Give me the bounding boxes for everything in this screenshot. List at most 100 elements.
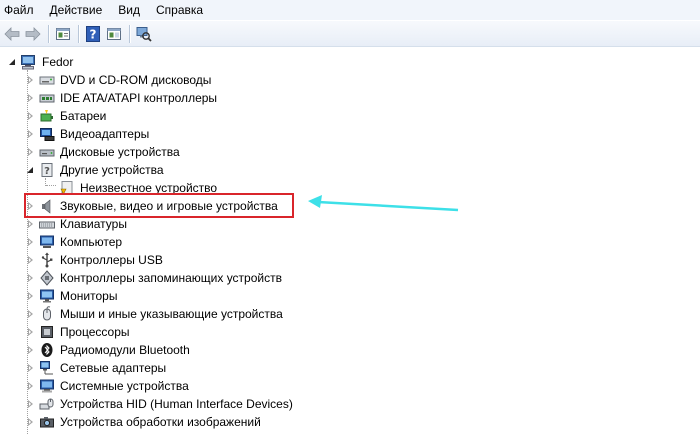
menu-help[interactable]: Справка [148,0,211,20]
monitor-icon [40,289,54,303]
expanded-arrow-icon[interactable] [8,58,17,67]
tree-item-label: Процессоры [60,325,130,339]
expanded-arrow-icon[interactable] [26,166,35,175]
collapsed-arrow-icon[interactable] [26,76,35,85]
tree-item-label: Контроллеры USB [60,253,163,267]
tree-item[interactable]: Компьютер [0,233,700,251]
tree-item[interactable]: Мониторы [0,287,700,305]
tree-item[interactable]: Дисковые устройства [0,143,700,161]
back-button[interactable] [3,25,21,43]
help-button[interactable]: ? [84,25,102,43]
toolbar-separator [78,24,79,43]
collapsed-arrow-icon[interactable] [26,220,35,229]
usb-icon [41,252,53,268]
tree-item-label: Видеоадаптеры [60,127,150,141]
tree-item-label: Радиомодули Bluetooth [60,343,190,357]
collapsed-arrow-icon[interactable] [26,274,35,283]
disk-drive-icon [39,149,55,157]
toolbar: ? [0,20,700,47]
dvd-drive-icon [39,76,55,85]
computer-icon [40,235,54,248]
tree-item[interactable]: Процессоры [0,323,700,341]
collapsed-arrow-icon[interactable] [26,94,35,103]
tree-item-label: Мыши и иные указывающие устройства [60,307,283,321]
tree-item[interactable]: Системные устройства [0,377,700,395]
collapsed-arrow-icon[interactable] [26,346,35,355]
tree-item-label: Контроллеры запоминающих устройств [60,271,282,285]
scan-hardware-button[interactable] [135,25,153,43]
tree-item[interactable]: Контроллеры запоминающих устройств [0,269,700,287]
svg-text:?: ? [90,27,97,41]
collapsed-arrow-icon[interactable] [26,310,35,319]
collapsed-arrow-icon[interactable] [26,400,35,409]
tree-item-label: Дисковые устройства [60,145,180,159]
battery-icon [40,110,53,122]
tree-item[interactable]: Устройства HID (Human Interface Devices) [0,395,700,413]
scan-hardware-icon [136,26,152,42]
tree-root-label: Fedor [42,55,74,69]
tree-item-label: Системные устройства [60,379,189,393]
display-adapter-icon [40,128,55,141]
help-icon: ? [86,25,100,42]
ide-controller-icon [39,94,55,103]
storage-controller-icon [40,270,54,286]
tree-root[interactable]: Fedor [0,53,700,71]
tree-item[interactable]: DVD и CD-ROM дисководы [0,71,700,89]
imaging-device-icon [40,417,54,428]
collapsed-arrow-icon[interactable] [26,256,35,265]
other-devices-icon: ? [41,163,53,177]
collapsed-arrow-icon[interactable] [26,418,35,427]
device-tree: Fedor DVD и CD-ROM дисководы IDE ATA/ATA… [0,48,700,447]
tree-item[interactable]: Контроллеры USB [0,251,700,269]
hid-icon [39,398,54,410]
menu-file[interactable]: Файл [0,0,42,20]
tree-item[interactable]: Видеоадаптеры [0,125,700,143]
forward-icon [25,26,41,41]
show-hide-icon [107,27,121,40]
computer-root-icon [21,55,35,70]
tree-item[interactable]: Батареи [0,107,700,125]
menu-view[interactable]: Вид [110,0,148,20]
tree-item-label: Мониторы [60,289,118,303]
properties-icon [56,27,70,40]
back-icon [4,26,20,41]
tree-item[interactable]: Мыши и иные указывающие устройства [0,305,700,323]
toolbar-separator [129,24,130,43]
collapsed-arrow-icon[interactable] [26,130,35,139]
network-adapter-icon [40,361,53,375]
tree-item-label: Сетевые адаптеры [60,361,167,375]
tree-item-label: Устройства HID (Human Interface Devices) [60,397,293,411]
collapsed-arrow-icon[interactable] [26,382,35,391]
collapsed-arrow-icon[interactable] [26,148,35,157]
mouse-icon [43,306,51,321]
system-devices-icon [40,379,54,393]
tree-item[interactable]: ? Другие устройства [0,161,700,179]
forward-button[interactable] [24,25,42,43]
tree-item-label: Устройства обработки изображений [60,415,261,429]
show-hide-button[interactable] [105,25,123,43]
highlight-box [24,193,294,218]
collapsed-arrow-icon[interactable] [26,112,35,121]
tree-item[interactable]: Радиомодули Bluetooth [0,341,700,359]
annotation-arrow-icon [308,195,459,212]
tree-item[interactable]: IDE ATA/ATAPI контроллеры [0,89,700,107]
menu-action[interactable]: Действие [42,0,111,20]
bluetooth-icon [41,343,53,357]
properties-button[interactable] [54,25,72,43]
tree-item-label: DVD и CD-ROM дисководы [60,73,212,87]
tree-item-label: Батареи [60,109,107,123]
tree-item[interactable]: Сетевые адаптеры [0,359,700,377]
tree-item[interactable]: Устройства обработки изображений [0,413,700,431]
tree-item-label: IDE ATA/ATAPI контроллеры [60,91,218,105]
tree-item-label: Другие устройства [60,163,164,177]
tree-item-label: Компьютер [60,235,123,249]
collapsed-arrow-icon[interactable] [26,364,35,373]
collapsed-arrow-icon[interactable] [26,328,35,337]
svg-text:?: ? [44,166,50,177]
processor-icon [41,326,53,338]
collapsed-arrow-icon[interactable] [26,292,35,301]
menu-bar: Файл Действие Вид Справка [0,0,700,20]
collapsed-arrow-icon[interactable] [26,238,35,247]
keyboard-icon [39,221,55,229]
toolbar-separator [48,24,49,43]
